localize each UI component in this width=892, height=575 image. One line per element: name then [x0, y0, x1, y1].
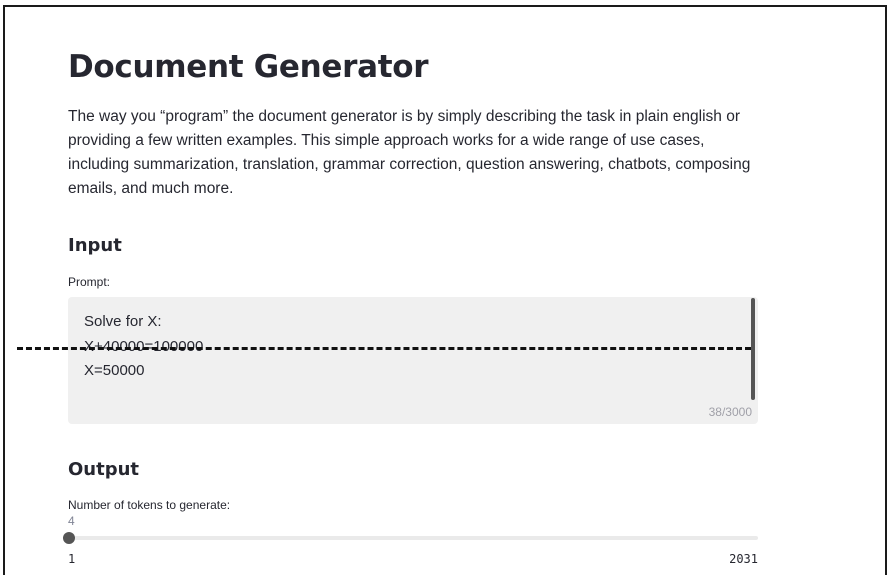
- tokens-slider-value: 4: [68, 514, 75, 528]
- tokens-slider-min: 1: [68, 552, 76, 566]
- annotation-dashed-line: [17, 347, 751, 350]
- prompt-textarea[interactable]: Solve for X: X+40000=100000 X=50000 38/3…: [68, 297, 758, 424]
- page-title: Document Generator: [68, 49, 429, 85]
- tokens-slider-track[interactable]: [63, 532, 758, 544]
- tokens-slider-max: 2031: [729, 552, 758, 566]
- textarea-scrollbar[interactable]: [751, 298, 755, 400]
- prompt-label: Prompt:: [68, 275, 111, 289]
- slider-thumb-icon[interactable]: [63, 532, 76, 544]
- character-count: 38/3000: [708, 405, 752, 419]
- input-section-heading: Input: [68, 235, 122, 256]
- app-window: Document Generator The way you “program”…: [3, 5, 887, 575]
- output-section-heading: Output: [68, 459, 140, 480]
- page-description: The way you “program” the document gener…: [68, 108, 751, 197]
- tokens-slider-label: Number of tokens to generate:: [68, 498, 231, 512]
